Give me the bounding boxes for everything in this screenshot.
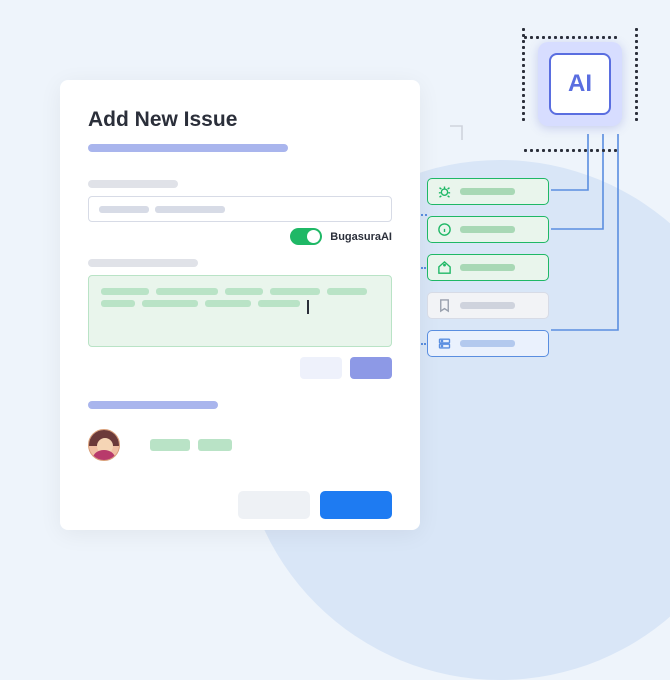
submit-button[interactable] bbox=[320, 491, 392, 519]
desc-primary-button[interactable] bbox=[350, 357, 392, 379]
suggestion-bug[interactable] bbox=[427, 178, 549, 205]
issue-title-input[interactable] bbox=[88, 196, 392, 222]
text-cursor bbox=[307, 300, 309, 314]
ai-chip-label: AI bbox=[568, 70, 592, 98]
desc-secondary-button[interactable] bbox=[300, 357, 342, 379]
tag-icon bbox=[437, 260, 452, 275]
field-label-placeholder bbox=[88, 180, 178, 188]
bookmark-icon bbox=[437, 298, 452, 313]
bugasura-ai-toggle[interactable] bbox=[290, 228, 322, 245]
suggestion-server[interactable] bbox=[427, 330, 549, 357]
section-divider bbox=[88, 401, 218, 409]
issue-form-card: Add New Issue BugasuraAI bbox=[60, 80, 420, 530]
suggestion-info[interactable] bbox=[427, 216, 549, 243]
assignee-avatar[interactable] bbox=[88, 429, 120, 461]
suggestion-tag[interactable] bbox=[427, 254, 549, 281]
cancel-button[interactable] bbox=[238, 491, 310, 519]
issue-description-input[interactable] bbox=[88, 275, 392, 347]
toggle-label: BugasuraAI bbox=[330, 231, 392, 243]
info-icon bbox=[437, 222, 452, 237]
tag-chip[interactable] bbox=[150, 439, 190, 451]
suggestion-bookmark[interactable] bbox=[427, 292, 549, 319]
field-label-placeholder bbox=[88, 259, 198, 267]
title-underline bbox=[88, 144, 288, 152]
bug-icon bbox=[437, 184, 452, 199]
ai-suggestions-panel bbox=[427, 178, 549, 357]
ai-chip: AI bbox=[530, 34, 630, 134]
page-title: Add New Issue bbox=[88, 108, 392, 132]
tag-chip[interactable] bbox=[198, 439, 232, 451]
server-icon bbox=[437, 336, 452, 351]
